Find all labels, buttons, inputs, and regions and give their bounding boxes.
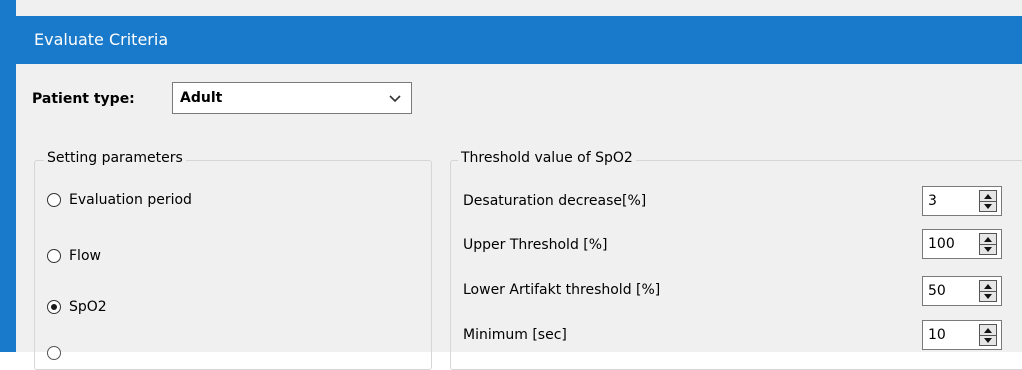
minimum-sec-label: Minimum [sec] [463, 327, 567, 343]
radio-spo2[interactable]: SpO2 [47, 296, 107, 318]
spinner-value[interactable]: 100 [928, 236, 955, 252]
threshold-title: Threshold value of SpO2 [458, 150, 636, 166]
patient-type-value: Adult [180, 90, 223, 106]
decrement-arrow-icon[interactable] [980, 335, 996, 345]
spinner-value[interactable]: 3 [928, 193, 937, 209]
desaturation-decrease-label: Desaturation decrease[%] [463, 193, 647, 209]
spinner-arrows[interactable] [979, 324, 997, 346]
setting-parameters-title: Setting parameters [44, 150, 186, 166]
minimum-sec-spinner[interactable]: 10 [922, 320, 1002, 350]
evaluate-criteria-dialog: Evaluate Criteria Patient type: Adult Se… [0, 0, 1022, 370]
patient-type-select[interactable]: Adult [172, 82, 412, 114]
upper-threshold-label: Upper Threshold [%] [463, 237, 608, 253]
spinner-arrows[interactable] [979, 280, 997, 302]
lower-artifakt-threshold-label: Lower Artifakt threshold [%] [463, 282, 661, 298]
radio-button[interactable] [47, 193, 61, 207]
spinner-arrows[interactable] [979, 190, 997, 212]
patient-type-label: Patient type: [32, 91, 135, 107]
spinner-arrows[interactable] [979, 233, 997, 255]
radio-button-selected[interactable] [47, 300, 61, 314]
desaturation-decrease-spinner[interactable]: 3 [922, 186, 1002, 216]
chevron-down-icon [389, 95, 401, 103]
decrement-arrow-icon[interactable] [980, 201, 996, 211]
radio-partial-hidden[interactable] [47, 346, 61, 360]
radio-evaluation-period[interactable]: Evaluation period [47, 189, 192, 211]
radio-label: Evaluation period [69, 192, 192, 208]
radio-label: Flow [69, 248, 101, 264]
upper-threshold-spinner[interactable]: 100 [922, 229, 1002, 259]
window-border [0, 0, 16, 352]
decrement-arrow-icon[interactable] [980, 244, 996, 254]
window-title: Evaluate Criteria [34, 30, 169, 49]
lower-artifakt-threshold-spinner[interactable]: 50 [922, 276, 1002, 306]
title-bar[interactable]: Evaluate Criteria [16, 16, 1022, 64]
spinner-value[interactable]: 10 [928, 327, 946, 343]
radio-label: SpO2 [69, 299, 107, 315]
decrement-arrow-icon[interactable] [980, 291, 996, 301]
radio-flow[interactable]: Flow [47, 245, 101, 267]
spinner-value[interactable]: 50 [928, 283, 946, 299]
radio-button[interactable] [47, 249, 61, 263]
